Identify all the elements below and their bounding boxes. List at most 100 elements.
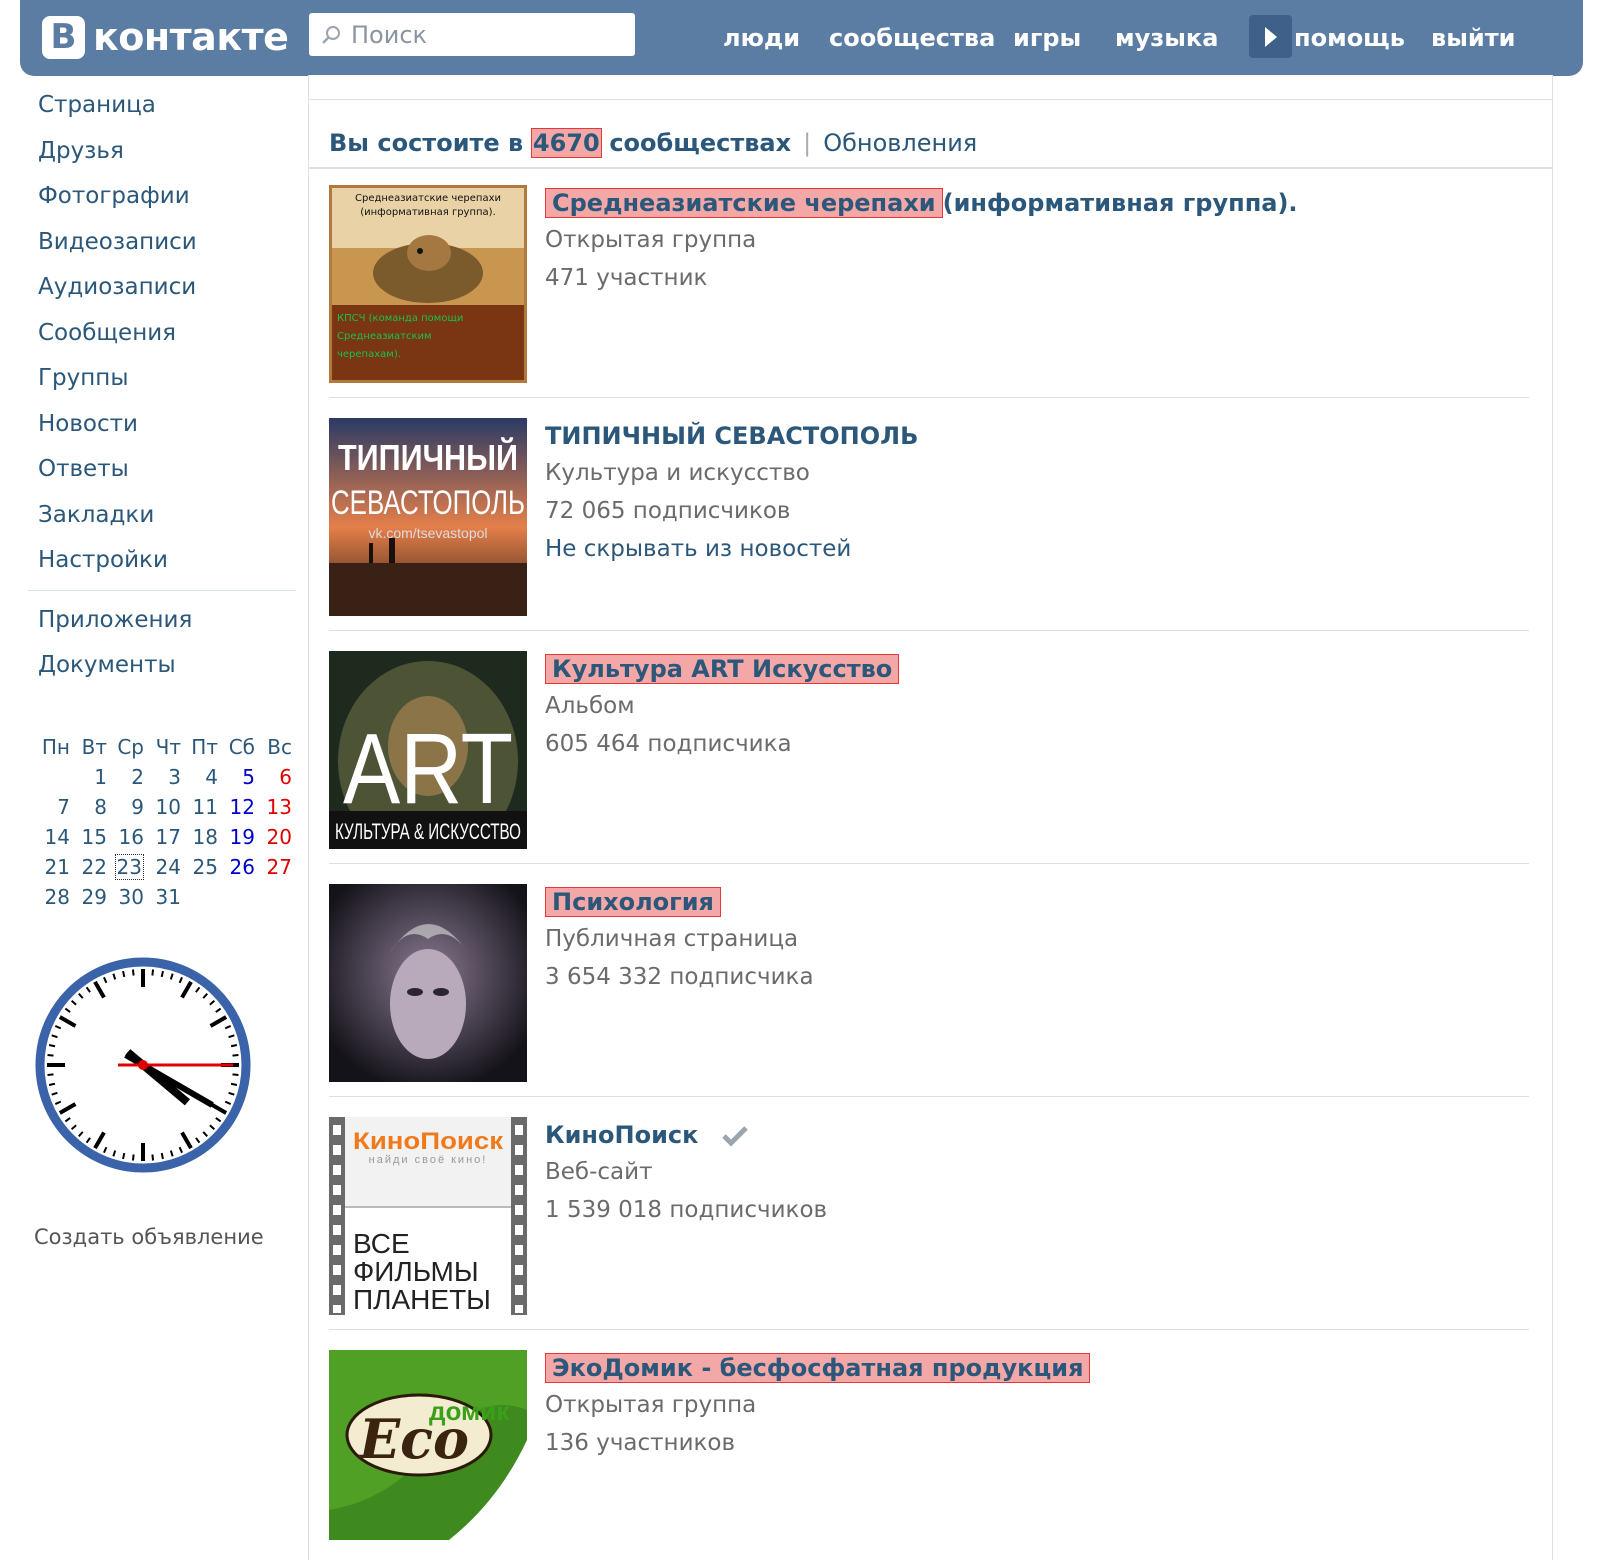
clock-minute-tick [122,1152,126,1160]
calendar-date: 26 [229,855,255,879]
calendar-day-label: Вс [267,735,292,759]
nav-music[interactable]: музыка [1115,0,1218,76]
group-type: Публичная страница [545,926,799,952]
group-divider [329,1096,1529,1097]
calendar-date [184,882,221,912]
calendar-date: 3 [168,765,181,789]
sidebar-item-page[interactable]: Страница [38,90,298,136]
group-name-rest[interactable]: (информативная группа). [943,189,1298,217]
group-avatar[interactable]: КиноПоиск найди своё кино! ВСЕ ФИЛЬМЫ ПЛ… [329,1117,527,1315]
group-type: Открытая группа [545,227,757,253]
calendar-date [36,762,73,792]
calendar-date: 19 [229,825,255,849]
group-avatar[interactable]: Eco домик [329,1350,527,1540]
group-name[interactable]: Среднеазиатские черепахи (информативная г… [545,185,1298,221]
group-name[interactable]: КиноПоиск [545,1117,749,1153]
summary-divider [309,167,1552,169]
calendar-date: 27 [266,855,292,879]
calendar-date: 21 [44,855,70,879]
group-info: Психология Публичная страница 3 654 332 … [545,884,814,996]
group-divider [329,397,1529,398]
sidebar-item-settings[interactable]: Настройки [38,545,298,591]
group-divider [329,863,1529,864]
sidebar-item-friends[interactable]: Друзья [38,136,298,182]
calendar-date: 30 [118,885,144,909]
calendar-date: 22 [81,855,107,879]
search-input[interactable] [349,19,623,50]
group-divider [329,1329,1529,1330]
group-avatar[interactable]: Среднеазиатские черепахи (информативная … [329,185,527,383]
clock-minute-tick [151,1154,155,1161]
verified-check-icon [722,1126,748,1147]
calendar-date: 5 [242,765,255,789]
group-name-highlight[interactable]: Культура ART Искусство [545,654,900,684]
updates-link[interactable]: Обновления [823,129,977,157]
nav-communities[interactable]: сообщества [829,0,995,76]
group-name[interactable]: ЭкоДомик - бесфосфатная продукция [545,1350,1091,1386]
avatar-title-text: ART [343,713,513,825]
clock-minute-tick [160,1152,164,1160]
group-name-highlight[interactable]: Среднеазиатские черепахи [545,188,943,218]
calendar-date: 24 [155,855,181,879]
calendar-date: 28 [44,885,70,909]
avatar-caption-text-2: ФИЛЬМЫ [353,1256,479,1287]
nav-help[interactable]: помощь [1294,0,1405,76]
sidebar-item-apps[interactable]: Приложения [38,605,192,650]
calendar-date: 14 [44,825,70,849]
group-info: КиноПоиск Веб-сайт 1 539 018 подписчиков [545,1117,827,1229]
vk-logo[interactable]: B контакте [42,15,289,59]
group-avatar[interactable]: ART КУЛЬТУРА & ИСКУССТВО [329,651,527,849]
group-name[interactable]: Психология [545,884,721,920]
clock-widget [33,955,253,1179]
clock-minute-tick [48,1082,56,1086]
sidebar-item-photos[interactable]: Фотографии [38,181,298,227]
sidebar-item-audio[interactable]: Аудиозаписи [38,272,298,318]
play-button[interactable] [1249,15,1292,58]
calendar-week: 28 29 30 31 [36,882,295,912]
calendar-day-label: Вт [81,735,107,759]
group-divider [329,630,1529,631]
clock-minute-tick [151,969,155,976]
group-type: Веб-сайт [545,1159,653,1185]
calendar-date: 9 [131,795,144,819]
content-top-border [309,99,1552,100]
sidebar-item-news[interactable]: Новости [38,409,298,455]
nav-games[interactable]: игры [1013,0,1081,76]
group-name[interactable]: Культура ART Искусство [545,651,900,687]
group-name-highlight[interactable]: Психология [545,887,721,917]
calendar-date: 10 [155,795,181,819]
nav-logout[interactable]: выйти [1431,0,1515,76]
unhide-news-link[interactable]: Не скрывать из новостей [545,530,918,568]
calendar-date: 13 [266,795,292,819]
play-icon [1265,27,1277,47]
avatar-subtitle-text: домик [429,1396,510,1426]
group-info: Культура ART Искусство Альбом 605 464 по… [545,651,900,763]
clock-minute-tick [131,969,135,976]
group-name-rest[interactable]: ТИПИЧНЫЙ СЕВАСТОПОЛЬ [545,422,918,450]
sidebar-item-bookmarks[interactable]: Закладки [38,500,298,546]
sidebar-item-messages[interactable]: Сообщения [38,318,298,364]
group-name-rest[interactable]: КиноПоиск [545,1121,698,1149]
calendar-date-today: 23 [110,852,147,882]
group-name-highlight[interactable]: ЭкоДомик - бесфосфатная продукция [545,1353,1091,1383]
top-bar: B контакте люди сообщества игры музыка п… [20,0,1583,76]
sidebar-divider [28,590,296,591]
calendar-date: 16 [118,825,144,849]
sidebar-item-videos[interactable]: Видеозаписи [38,227,298,273]
sidebar-item-answers[interactable]: Ответы [38,454,298,500]
sidebar-item-groups[interactable]: Группы [38,363,298,409]
calendar-week: 1 2 3 4 5 6 [36,762,295,792]
nav-people[interactable]: люди [723,0,800,76]
sidebar-item-docs[interactable]: Документы [38,650,192,695]
avatar-caption-text-3: ПЛАНЕТЫ [353,1284,491,1315]
calendar-day-label: Чт [155,735,181,759]
calendar-date: 8 [94,795,107,819]
group-avatar[interactable] [329,884,527,1082]
create-ad-link[interactable]: Создать объявление [34,1225,264,1249]
calendar-day-label: Сб [228,735,255,759]
group-members: 3 654 332 подписчика [545,964,814,990]
calendar-day-label: Пт [191,735,218,759]
group-avatar[interactable]: ТИПИЧНЫЙ СЕВАСТОПОЛЬ vk.com/tsevastopol [329,418,527,616]
calendar-week: 21 22 23 24 25 26 27 [36,852,295,882]
group-name[interactable]: ТИПИЧНЫЙ СЕВАСТОПОЛЬ [545,418,918,454]
